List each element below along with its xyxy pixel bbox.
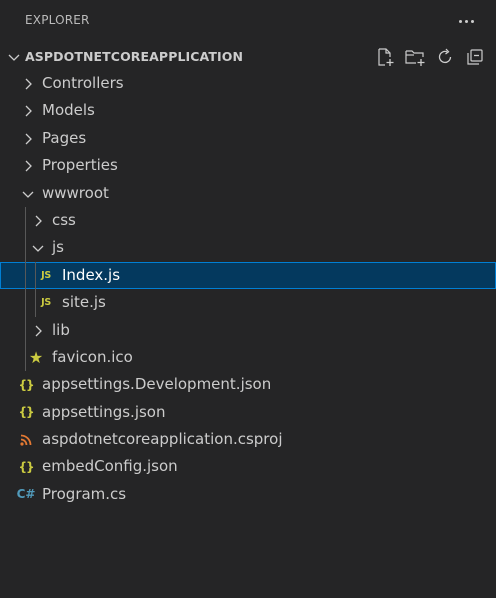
tree-folder-models[interactable]: Models [0, 97, 496, 124]
tree-item-label: Pages [42, 128, 87, 147]
chevron-down-icon [32, 245, 44, 253]
new-folder-icon[interactable] [404, 46, 426, 68]
tree-item-label: wwwroot [42, 183, 109, 202]
chevron-down-icon [8, 54, 20, 61]
tree-item-label: appsettings.Development.json [42, 375, 272, 394]
chevron-right-icon [25, 160, 32, 172]
refresh-icon[interactable] [434, 46, 456, 68]
chevron-right-icon [25, 78, 32, 90]
tree-folder-properties[interactable]: Properties [0, 152, 496, 179]
tree-item-label: Controllers [42, 74, 124, 92]
tree-item-label: aspdotnetcoreapplication.csproj [42, 430, 283, 449]
tree-folder-lib[interactable]: lib [0, 317, 496, 344]
tree-item-label: Program.cs [42, 484, 127, 503]
chevron-right-icon [35, 215, 42, 227]
tree-item-label: Properties [42, 156, 118, 175]
tree-item-label: lib [52, 320, 70, 339]
ellipsis-icon[interactable] [452, 8, 480, 34]
tree-file-index-js[interactable]: JS Index.js [0, 261, 496, 290]
chevron-down-icon [22, 191, 34, 198]
explorer-header: EXPLORER [0, 0, 496, 42]
tree-item-label: appsettings.json [42, 402, 166, 421]
indent-guide [25, 207, 26, 372]
tree-file-embedconfig-json[interactable]: {} embedConfig.json [0, 453, 496, 480]
tree-folder-controllers[interactable]: Controllers [0, 70, 496, 97]
collapse-all-icon[interactable] [464, 46, 486, 68]
explorer-title: EXPLORER [25, 13, 90, 27]
tree-file-aspdotnetcoreapplication-csproj[interactable]: aspdotnetcoreapplication.csproj [0, 426, 496, 453]
javascript-file-icon: JS [41, 269, 51, 281]
chevron-right-icon [35, 325, 42, 336]
tree-file-site-js[interactable]: JS site.js [0, 289, 496, 316]
tree-item-label: site.js [62, 293, 106, 312]
section-actions [374, 46, 486, 68]
new-file-icon[interactable] [374, 46, 396, 68]
tree-file-appsettings-json[interactable]: {} appsettings.json [0, 399, 496, 426]
json-file-icon: {} [18, 459, 34, 474]
tree-item-label: css [52, 210, 76, 229]
chevron-right-icon [25, 105, 32, 117]
json-file-icon: {} [18, 377, 34, 392]
json-file-icon: {} [18, 405, 34, 420]
file-tree: Controllers Models Pages Properties wwwroot c… [0, 70, 496, 508]
csharp-file-icon: C# [16, 487, 36, 502]
tree-item-label: favicon.ico [52, 347, 133, 366]
tree-file-program-cs[interactable]: C# Program.cs [0, 481, 496, 508]
tree-folder-pages[interactable]: Pages [0, 125, 496, 152]
tree-file-appsettings-development-json[interactable]: {} appsettings.Development.json [0, 371, 496, 398]
tree-folder-css[interactable]: css [0, 207, 496, 234]
rss-icon [18, 431, 34, 448]
tree-folder-wwwroot[interactable]: wwwroot [0, 180, 496, 207]
tree-folder-js[interactable]: js [0, 234, 496, 261]
tree-item-label: Models [42, 101, 95, 120]
javascript-file-icon: JS [41, 297, 51, 309]
project-section-header[interactable]: ASPDOTNETCOREAPPLICATION [0, 43, 496, 70]
tree-file-favicon-ico[interactable]: ★ favicon.ico [0, 344, 496, 371]
star-icon: ★ [28, 347, 44, 367]
chevron-right-icon [25, 133, 32, 145]
indent-guide [35, 261, 36, 317]
tree-item-label: embedConfig.json [42, 457, 178, 476]
tree-item-label: js [52, 238, 64, 257]
project-title: ASPDOTNETCOREAPPLICATION [25, 49, 244, 64]
tree-item-label: Index.js [62, 265, 121, 284]
